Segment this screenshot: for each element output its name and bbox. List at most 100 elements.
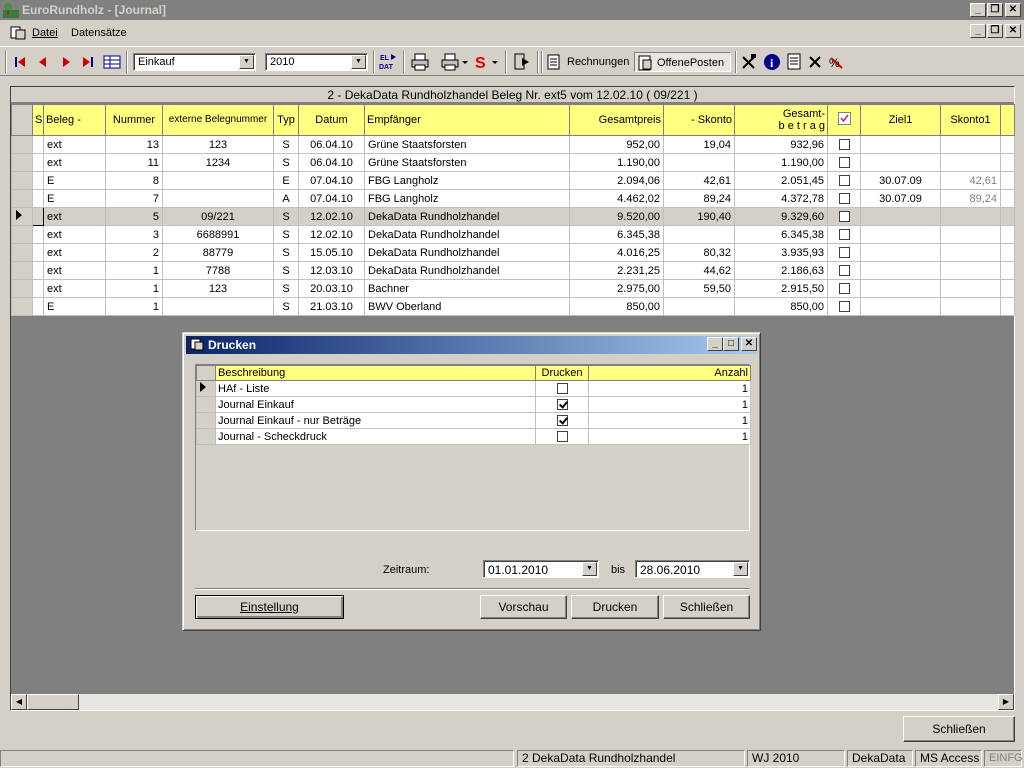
row-selector[interactable] bbox=[11, 261, 33, 280]
cell-ziel1[interactable] bbox=[860, 153, 941, 172]
cell-checkbox[interactable] bbox=[827, 243, 861, 262]
row-selector[interactable] bbox=[196, 396, 216, 413]
cell-datum[interactable]: 12.02.10 bbox=[298, 225, 365, 244]
table-row[interactable]: ext 1 7788 S 12.03.10 DekaData Rundholzhandel… bbox=[11, 261, 1015, 280]
cell-s[interactable] bbox=[32, 297, 44, 316]
cell-typ[interactable]: S bbox=[273, 297, 299, 316]
scrollbar-thumb[interactable] bbox=[27, 694, 79, 710]
cell-ziel1[interactable] bbox=[860, 207, 941, 226]
print-menu-icon[interactable] bbox=[440, 53, 472, 71]
scroll-left-icon[interactable]: ◀ bbox=[11, 694, 27, 710]
cell-gesamtpreis[interactable]: 9.520,00 bbox=[569, 207, 664, 226]
cell-datum[interactable]: 06.04.10 bbox=[298, 153, 365, 172]
cell-typ[interactable]: S bbox=[273, 207, 299, 226]
cell-checkbox[interactable] bbox=[827, 171, 861, 190]
row-checkbox[interactable] bbox=[838, 301, 850, 313]
mdi-close-button[interactable]: ✕ bbox=[1005, 24, 1021, 38]
table-row[interactable]: ext 13 123 S 06.04.10 Grüne Staatsforsten 952,… bbox=[11, 135, 1015, 154]
cell-s[interactable] bbox=[32, 207, 44, 226]
row-checkbox[interactable] bbox=[838, 157, 850, 169]
percent-delete-icon[interactable]: % bbox=[828, 53, 844, 71]
cell-typ[interactable]: S bbox=[273, 225, 299, 244]
column-header-ziel1[interactable]: Ziel1 bbox=[860, 104, 941, 136]
close-journal-button[interactable]: Schließen bbox=[903, 716, 1015, 742]
cell-nummer[interactable]: 3 bbox=[105, 225, 163, 244]
dialog-schliessen-button[interactable]: Schließen bbox=[663, 595, 750, 619]
cell-beleg[interactable]: E bbox=[43, 189, 106, 208]
row-checkbox[interactable] bbox=[838, 211, 850, 223]
row-selector[interactable] bbox=[11, 153, 33, 172]
cell-beleg[interactable]: ext bbox=[43, 135, 106, 154]
cell-datum[interactable]: 15.05.10 bbox=[298, 243, 365, 262]
report-anzahl[interactable]: 1 bbox=[588, 412, 751, 429]
column-header-s[interactable]: S bbox=[32, 104, 44, 136]
cell-betrag[interactable]: 2.051,45 bbox=[734, 171, 828, 190]
cell-nummer[interactable]: 8 bbox=[105, 171, 163, 190]
cell-betrag[interactable]: 9.329,60 bbox=[734, 207, 828, 226]
cell-empf[interactable]: BWV Oberland bbox=[364, 297, 570, 316]
cell-beleg[interactable]: ext bbox=[43, 207, 106, 226]
chevron-down-icon[interactable]: ▼ bbox=[582, 562, 597, 576]
report-beschreibung[interactable]: Journal - Scheckdruck bbox=[215, 428, 536, 445]
exit-door-icon[interactable] bbox=[512, 53, 530, 71]
cell-ziel1[interactable] bbox=[860, 279, 941, 298]
cell-empf[interactable]: DekaData Rundholzhandel bbox=[364, 261, 570, 280]
cell-skonto[interactable]: 44,62 bbox=[663, 261, 735, 280]
row-checkbox[interactable] bbox=[838, 139, 850, 151]
cell-skonto1[interactable] bbox=[940, 243, 1001, 262]
cell-skonto1[interactable] bbox=[940, 153, 1001, 172]
cell-skonto1[interactable] bbox=[940, 279, 1001, 298]
cell-datum[interactable]: 12.02.10 bbox=[298, 207, 365, 226]
cell-beleg[interactable]: ext bbox=[43, 261, 106, 280]
cell-betrag[interactable]: 932,96 bbox=[734, 135, 828, 154]
table-row[interactable]: E 7 A 07.04.10 FBG Langholz 4.462,02 89,24 4.37… bbox=[11, 189, 1015, 208]
column-header-skonto1[interactable]: Skonto1 bbox=[940, 104, 1001, 136]
chevron-down-icon[interactable]: ▼ bbox=[351, 55, 366, 69]
cell-datum[interactable]: 07.04.10 bbox=[298, 189, 365, 208]
date-from-picker[interactable]: 01.01.2010 ▼ bbox=[483, 560, 599, 578]
cell-extern[interactable] bbox=[162, 171, 274, 190]
cell-skonto1[interactable] bbox=[940, 261, 1001, 280]
report-row[interactable]: Journal Einkauf - nur Beträge 1 bbox=[196, 412, 751, 429]
cell-empf[interactable]: Grüne Staatsforsten bbox=[364, 135, 570, 154]
cell-skonto1[interactable] bbox=[940, 297, 1001, 316]
column-header-beleg[interactable]: Beleg - bbox=[43, 104, 106, 136]
print-checkbox[interactable] bbox=[556, 383, 568, 395]
column-header-gesamtpreis[interactable]: Gesamtpreis bbox=[569, 104, 664, 136]
row-selector[interactable] bbox=[11, 189, 33, 208]
eldat-icon[interactable]: EL DAT bbox=[378, 52, 398, 72]
cell-beleg[interactable]: E bbox=[43, 297, 106, 316]
column-header-typ[interactable]: Typ bbox=[273, 104, 299, 136]
cell-skonto[interactable]: 80,32 bbox=[663, 243, 735, 262]
report-header-anzahl[interactable]: Anzahl bbox=[588, 365, 751, 381]
cell-extern[interactable]: 1234 bbox=[162, 153, 274, 172]
table-row[interactable]: ext 2 88779 S 15.05.10 DekaData Rundholzhande… bbox=[11, 243, 1015, 262]
report-row[interactable]: Journal - Scheckdruck 1 bbox=[196, 428, 751, 445]
cell-gesamtpreis[interactable]: 4.016,25 bbox=[569, 243, 664, 262]
row-checkbox[interactable] bbox=[838, 175, 850, 187]
report-header-beschreibung[interactable]: Beschreibung bbox=[215, 365, 536, 381]
cell-extern[interactable] bbox=[162, 297, 274, 316]
print-checkbox[interactable] bbox=[556, 399, 568, 411]
menu-datensaetze[interactable]: Datensätze bbox=[71, 27, 127, 39]
row-selector[interactable] bbox=[11, 279, 33, 298]
current-row-pointer-icon[interactable] bbox=[11, 207, 33, 226]
report-row[interactable]: HAf - Liste 1 bbox=[196, 380, 751, 397]
next-record-icon[interactable] bbox=[60, 56, 72, 68]
cell-typ[interactable]: S bbox=[273, 135, 299, 154]
first-record-icon[interactable] bbox=[14, 56, 26, 68]
cell-typ[interactable]: S bbox=[273, 243, 299, 262]
date-to-picker[interactable]: 28.06.2010 ▼ bbox=[635, 560, 750, 578]
table-row[interactable]: ext 1 123 S 20.03.10 Bachner 2.975,00 59,50 2.91… bbox=[11, 279, 1015, 298]
restore-button[interactable]: ❐ bbox=[987, 3, 1003, 17]
table-row[interactable]: E 1 S 21.03.10 BWV Oberland 850,00 850,00 bbox=[11, 297, 1015, 316]
report-anzahl[interactable]: 1 bbox=[588, 380, 751, 397]
report-drucken-cell[interactable] bbox=[535, 412, 589, 429]
cell-checkbox[interactable] bbox=[827, 189, 861, 208]
cell-s[interactable] bbox=[32, 153, 44, 172]
cell-skonto[interactable] bbox=[663, 225, 735, 244]
chevron-down-icon[interactable]: ▼ bbox=[733, 562, 748, 576]
cell-betrag[interactable]: 6.345,38 bbox=[734, 225, 828, 244]
cell-nummer[interactable]: 7 bbox=[105, 189, 163, 208]
row-checkbox[interactable] bbox=[838, 193, 850, 205]
